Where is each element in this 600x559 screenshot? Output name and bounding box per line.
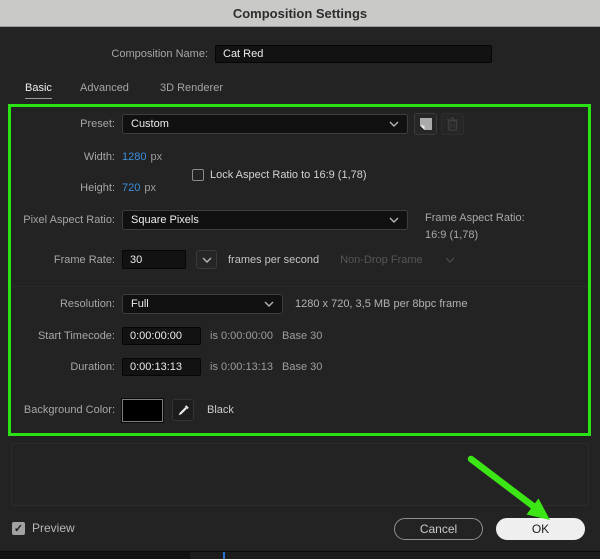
- frame-rate-row: Frame Rate: 30 frames per second Non-Dro…: [0, 250, 455, 269]
- cancel-button[interactable]: Cancel: [394, 518, 483, 540]
- resolution-value: Full: [131, 298, 149, 310]
- chevron-down-icon: [264, 301, 274, 307]
- chevron-down-icon: [445, 257, 455, 263]
- width-row: Width: 1280 px: [0, 150, 162, 164]
- start-timecode-input[interactable]: 0:00:00:00: [122, 327, 201, 345]
- preview-checkbox[interactable]: [12, 522, 25, 535]
- duration-info: is 0:00:13:13: [210, 361, 273, 373]
- app-background-strip: [0, 552, 600, 559]
- resolution-info: 1280 x 720, 3,5 MB per 8bpc frame: [295, 298, 467, 310]
- height-unit: px: [144, 182, 156, 194]
- width-value[interactable]: 1280: [122, 151, 146, 163]
- preview-label: Preview: [32, 521, 75, 535]
- duration-base: Base 30: [282, 361, 322, 373]
- lock-aspect-label: Lock Aspect Ratio to 16:9 (1,78): [210, 169, 367, 181]
- background-swatch[interactable]: [122, 399, 163, 422]
- section-divider: [12, 286, 588, 287]
- pixel-aspect-label: Pixel Aspect Ratio:: [0, 214, 115, 226]
- start-timecode-info: is 0:00:00:00: [210, 330, 273, 342]
- frame-aspect-label: Frame Aspect Ratio:: [425, 212, 525, 224]
- resolution-dropdown[interactable]: Full: [122, 294, 283, 314]
- eyedropper-button[interactable]: [172, 399, 194, 421]
- tab-3d-renderer[interactable]: 3D Renderer: [160, 82, 223, 94]
- save-preset-icon: [419, 117, 433, 131]
- tab-advanced[interactable]: Advanced: [80, 82, 129, 94]
- composition-name-value: Cat Red: [223, 48, 263, 60]
- frame-aspect-value: 16:9 (1,78): [425, 229, 478, 241]
- lock-aspect-checkbox[interactable]: [192, 169, 204, 181]
- lower-panel: [11, 443, 589, 506]
- resolution-label: Resolution:: [0, 298, 115, 310]
- start-timecode-value: 0:00:00:00: [130, 330, 182, 342]
- eyedropper-icon: [177, 404, 190, 417]
- resolution-row: Resolution: Full 1280 x 720, 3,5 MB per …: [0, 294, 467, 314]
- background-color-row: Background Color: Black: [0, 398, 234, 422]
- pixel-aspect-row: Pixel Aspect Ratio: Square Pixels: [0, 210, 408, 230]
- pixel-aspect-dropdown[interactable]: Square Pixels: [122, 210, 408, 230]
- ok-button[interactable]: OK: [496, 518, 585, 540]
- duration-label: Duration:: [0, 361, 115, 373]
- tab-basic[interactable]: Basic: [25, 82, 52, 99]
- lock-aspect-row: Lock Aspect Ratio to 16:9 (1,78): [192, 168, 367, 182]
- background-color-name: Black: [207, 404, 234, 416]
- frame-rate-value: 30: [130, 254, 142, 266]
- preset-label: Preset:: [0, 118, 115, 130]
- playhead-tick: [223, 552, 225, 559]
- delete-preset-button[interactable]: [441, 113, 464, 135]
- duration-input[interactable]: 0:00:13:13: [122, 358, 201, 376]
- height-label: Height:: [0, 182, 115, 194]
- chevron-down-icon: [389, 217, 399, 223]
- duration-row: Duration: 0:00:13:13 is 0:00:13:13 Base …: [0, 358, 322, 376]
- preview-row: Preview: [12, 521, 75, 535]
- width-unit: px: [150, 151, 162, 163]
- start-timecode-row: Start Timecode: 0:00:00:00 is 0:00:00:00…: [0, 327, 322, 345]
- duration-value: 0:00:13:13: [130, 361, 182, 373]
- app-strip-dark-segment: [0, 552, 190, 559]
- save-preset-button[interactable]: [414, 113, 437, 135]
- width-label: Width:: [0, 151, 115, 163]
- dropframe-value: Non-Drop Frame: [340, 254, 423, 266]
- composition-settings-dialog: Composition Settings Composition Name: C…: [0, 0, 600, 559]
- trash-icon: [446, 117, 459, 131]
- chevron-down-icon: [389, 121, 399, 127]
- start-timecode-base: Base 30: [282, 330, 322, 342]
- composition-name-label: Composition Name:: [0, 48, 208, 60]
- composition-name-row: Composition Name: Cat Red: [0, 45, 492, 63]
- preset-row: Preset: Custom: [0, 113, 464, 135]
- preset-dropdown[interactable]: Custom: [122, 114, 408, 134]
- height-value[interactable]: 720: [122, 182, 140, 194]
- chevron-down-icon: [202, 257, 212, 263]
- frame-rate-input[interactable]: 30: [122, 250, 186, 269]
- start-timecode-label: Start Timecode:: [0, 330, 115, 342]
- pixel-aspect-value: Square Pixels: [131, 214, 199, 226]
- frame-rate-preset-button[interactable]: [196, 250, 217, 269]
- dialog-titlebar: Composition Settings: [0, 0, 600, 27]
- preset-value: Custom: [131, 118, 169, 130]
- frame-rate-suffix: frames per second: [228, 254, 319, 266]
- height-row: Height: 720 px: [0, 181, 156, 195]
- dialog-title: Composition Settings: [233, 6, 367, 21]
- composition-name-input[interactable]: Cat Red: [215, 45, 492, 63]
- background-color-label: Background Color:: [0, 404, 115, 416]
- frame-rate-label: Frame Rate:: [0, 254, 115, 266]
- dropframe-dropdown: Non-Drop Frame: [331, 250, 443, 270]
